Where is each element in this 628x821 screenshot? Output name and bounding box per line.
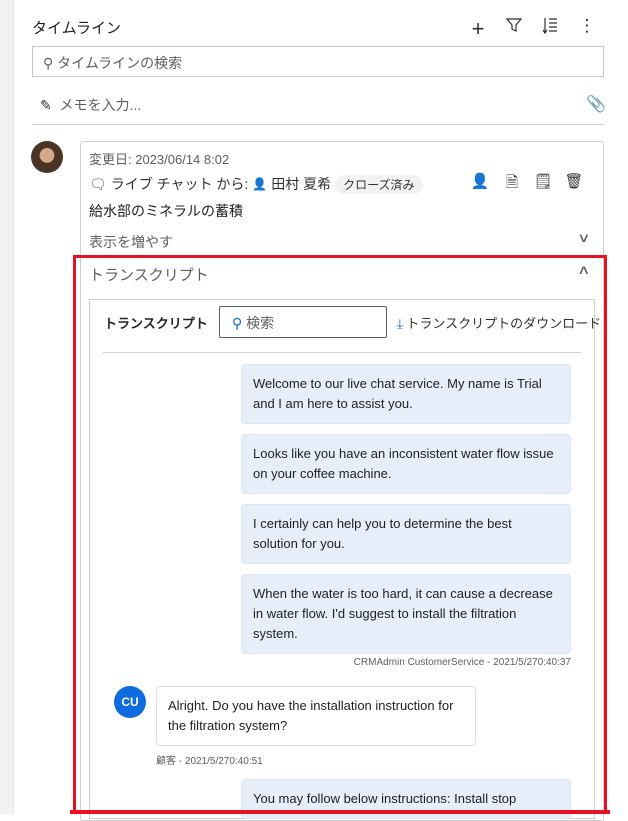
customer-message: Alright. Do you have the installation in… (156, 686, 476, 746)
activity-subject: 給水部のミネラルの蓄積 (89, 203, 243, 219)
delete-icon[interactable]: 🗑 (563, 172, 585, 190)
search-placeholder: タイムラインの検索 (57, 55, 183, 71)
chevron-down-icon[interactable]: ∨ (577, 230, 590, 246)
activity-type: ライブ チャット から: (110, 176, 249, 192)
agent-message: I certainly can help you to determine th… (241, 504, 571, 564)
open-record-icon[interactable]: 🗒 (532, 172, 554, 190)
assign-icon[interactable]: 👤 (469, 172, 491, 190)
agent-message: When the water is too hard, it can cause… (241, 574, 571, 654)
divider (32, 124, 604, 125)
transcript-section-title[interactable]: トランスクリプト (89, 264, 209, 285)
customer-avatar: CU (114, 686, 146, 718)
memo-placeholder: メモを入力... (59, 97, 142, 113)
memo-input[interactable]: ✎ メモを入力... (40, 95, 141, 115)
person-icon: 👤 (252, 177, 268, 191)
avatar (31, 141, 63, 173)
search-icon: ⚲ (43, 55, 54, 71)
divider (103, 352, 581, 353)
download-icon: ⤓ (397, 316, 403, 331)
add-icon[interactable]: + (467, 16, 489, 42)
pencil-icon: ✎ (40, 97, 52, 113)
status-badge: クローズ済み (335, 174, 423, 194)
chat-icon: 🗨 (89, 175, 107, 192)
activity-source-row: 🗨 ライブ チャット から: 👤 田村 夏希 クローズ済み (89, 174, 423, 194)
search-placeholder: 検索 (246, 315, 275, 331)
search-icon: ⚲ (232, 315, 243, 331)
timeline-search-input[interactable]: ⚲ タイムラインの検索 (32, 46, 604, 77)
more-icon[interactable]: ⋮ (576, 16, 598, 36)
left-panel-edge (0, 0, 14, 814)
show-more-link[interactable]: 表示を増やす (89, 232, 173, 252)
transcript-search-input[interactable]: ⚲ 検索 (219, 306, 387, 338)
sort-icon[interactable] (539, 17, 561, 40)
attach-icon[interactable]: 📎 (586, 94, 606, 114)
timeline-title: タイムライン (32, 20, 121, 37)
download-transcript-button[interactable]: ⤓ トランスクリプトのダウンロード (397, 313, 601, 332)
filter-icon[interactable] (503, 17, 525, 38)
customer-message-meta: 顧客 - 2021/5/270:40:51 (156, 756, 263, 767)
close-activity-icon[interactable]: 🗎 (501, 172, 523, 197)
agent-message: Looks like you have an inconsistent wate… (241, 434, 571, 494)
chevron-up-icon[interactable]: ∧ (577, 262, 590, 278)
transcript-panel-title: トランスクリプト (104, 316, 208, 331)
agent-message: Welcome to our live chat service. My nam… (241, 364, 571, 424)
user-link[interactable]: 田村 夏希 (271, 174, 331, 194)
download-label: トランスクリプトのダウンロード (406, 316, 602, 331)
modified-date: 変更日: 2023/06/14 8:02 (89, 152, 230, 167)
agent-message-meta: CRMAdmin CustomerService - 2021/5/270:40… (353, 657, 571, 668)
highlight-box-bottom (70, 810, 610, 814)
